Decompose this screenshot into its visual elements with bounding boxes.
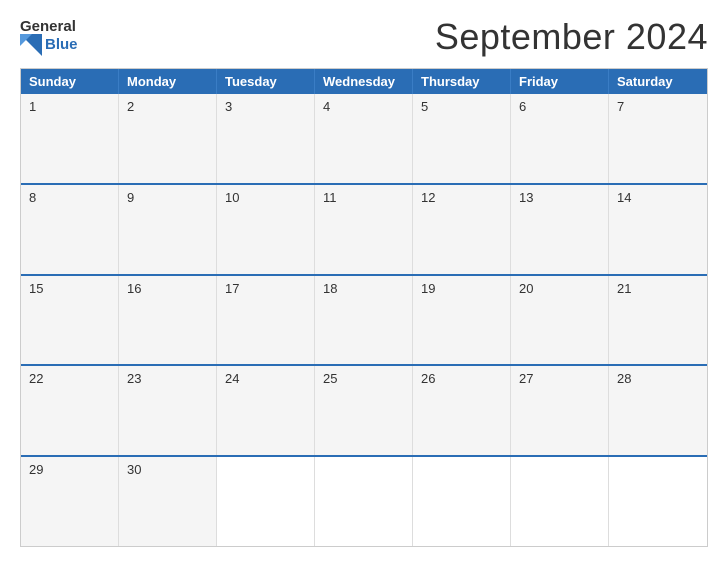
weeks: 1 2 3 4 5 6 7 8 9 10 11 12 13 14 15 16 [21, 94, 707, 546]
day-cell-28: 28 [609, 366, 707, 455]
day-cell-30: 30 [119, 457, 217, 546]
day-cell-2: 2 [119, 94, 217, 183]
day-cell-15: 15 [21, 276, 119, 365]
logo-blue-text: Blue [45, 37, 78, 52]
day-cell-23: 23 [119, 366, 217, 455]
day-cell-7: 7 [609, 94, 707, 183]
header-saturday: Saturday [609, 69, 707, 94]
day-cell-20: 20 [511, 276, 609, 365]
header: General Blue September 2024 [20, 16, 708, 58]
day-cell-14: 14 [609, 185, 707, 274]
header-thursday: Thursday [413, 69, 511, 94]
day-cell-3: 3 [217, 94, 315, 183]
day-cell-9: 9 [119, 185, 217, 274]
day-cell-18: 18 [315, 276, 413, 365]
week-row-4: 22 23 24 25 26 27 28 [21, 364, 707, 455]
header-monday: Monday [119, 69, 217, 94]
day-cell-empty-5 [609, 457, 707, 546]
day-cell-empty-3 [413, 457, 511, 546]
logo: General Blue [20, 19, 78, 56]
day-cell-11: 11 [315, 185, 413, 274]
header-wednesday: Wednesday [315, 69, 413, 94]
day-cell-13: 13 [511, 185, 609, 274]
day-cell-21: 21 [609, 276, 707, 365]
day-cell-24: 24 [217, 366, 315, 455]
week-row-5: 29 30 [21, 455, 707, 546]
logo-icon [20, 34, 42, 56]
day-cell-17: 17 [217, 276, 315, 365]
header-friday: Friday [511, 69, 609, 94]
day-headers: Sunday Monday Tuesday Wednesday Thursday… [21, 69, 707, 94]
day-cell-empty-4 [511, 457, 609, 546]
day-cell-29: 29 [21, 457, 119, 546]
day-cell-empty-1 [217, 457, 315, 546]
day-cell-26: 26 [413, 366, 511, 455]
week-row-1: 1 2 3 4 5 6 7 [21, 94, 707, 183]
logo-general-text: General [20, 19, 76, 34]
day-cell-27: 27 [511, 366, 609, 455]
day-cell-empty-2 [315, 457, 413, 546]
day-cell-25: 25 [315, 366, 413, 455]
day-cell-12: 12 [413, 185, 511, 274]
day-cell-22: 22 [21, 366, 119, 455]
day-cell-16: 16 [119, 276, 217, 365]
header-sunday: Sunday [21, 69, 119, 94]
day-cell-19: 19 [413, 276, 511, 365]
day-cell-4: 4 [315, 94, 413, 183]
header-tuesday: Tuesday [217, 69, 315, 94]
month-title: September 2024 [435, 16, 708, 58]
day-cell-8: 8 [21, 185, 119, 274]
day-cell-6: 6 [511, 94, 609, 183]
page: General Blue September 2024 Sunday Monda… [0, 0, 728, 563]
week-row-3: 15 16 17 18 19 20 21 [21, 274, 707, 365]
calendar: Sunday Monday Tuesday Wednesday Thursday… [20, 68, 708, 547]
week-row-2: 8 9 10 11 12 13 14 [21, 183, 707, 274]
day-cell-10: 10 [217, 185, 315, 274]
day-cell-1: 1 [21, 94, 119, 183]
day-cell-5: 5 [413, 94, 511, 183]
